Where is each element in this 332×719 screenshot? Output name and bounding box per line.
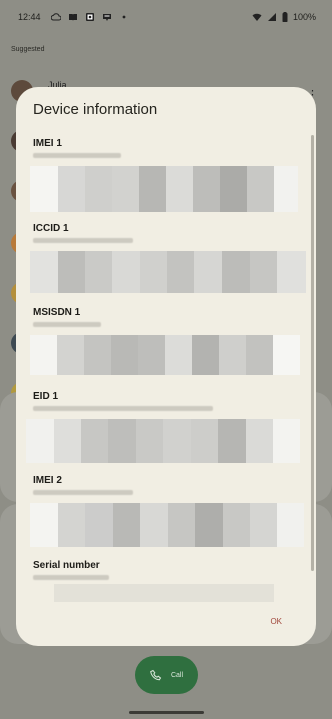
suggested-label: Suggested [11,46,45,53]
redacted-barcode [30,251,306,293]
cloud-icon [50,13,61,21]
device-information-dialog: Device information IMEI 1 ICCID 1 MSISDN… [16,87,316,646]
dialog-title: Device information [33,101,158,118]
call-button-label: Call [170,671,184,679]
redacted-barcode [30,166,298,212]
navigation-handle[interactable] [129,711,204,714]
call-button[interactable]: Call [135,656,198,694]
photo-icon [85,13,94,21]
wifi-icon [252,13,262,21]
redacted-value [54,584,274,602]
book-icon [68,14,77,21]
redacted-barcode [26,419,302,463]
phone-icon [150,669,162,681]
news-icon [102,14,111,21]
status-right: 100% [252,12,316,22]
field-label: MSISDN 1 [33,307,81,318]
field-sublabel-redacted [33,153,121,158]
field-label: IMEI 2 [33,475,62,486]
ok-button[interactable]: OK [270,617,282,626]
signal-icon [267,13,276,21]
field-sublabel-redacted [33,575,109,580]
dot-icon [122,15,125,19]
dialog-scrollbar[interactable] [311,135,314,571]
field-label: Serial number [33,560,100,571]
battery-percent: 100% [292,12,316,22]
notification-icons [50,12,129,22]
field-sublabel-redacted [33,406,213,411]
battery-icon [282,12,288,22]
field-sublabel-redacted [33,238,133,243]
redacted-barcode [30,503,306,547]
device-info-list[interactable]: IMEI 1 ICCID 1 MSISDN 1 EID 1 IMEI 2 Ser… [16,129,316,609]
field-label: EID 1 [33,391,59,402]
field-label: IMEI 1 [33,138,62,149]
redacted-barcode [30,335,300,375]
field-sublabel-redacted [33,490,133,495]
field-sublabel-redacted [33,322,101,327]
status-bar: 12:44 100% [0,0,332,34]
status-time: 12:44 [18,12,41,22]
field-label: ICCID 1 [33,223,69,234]
